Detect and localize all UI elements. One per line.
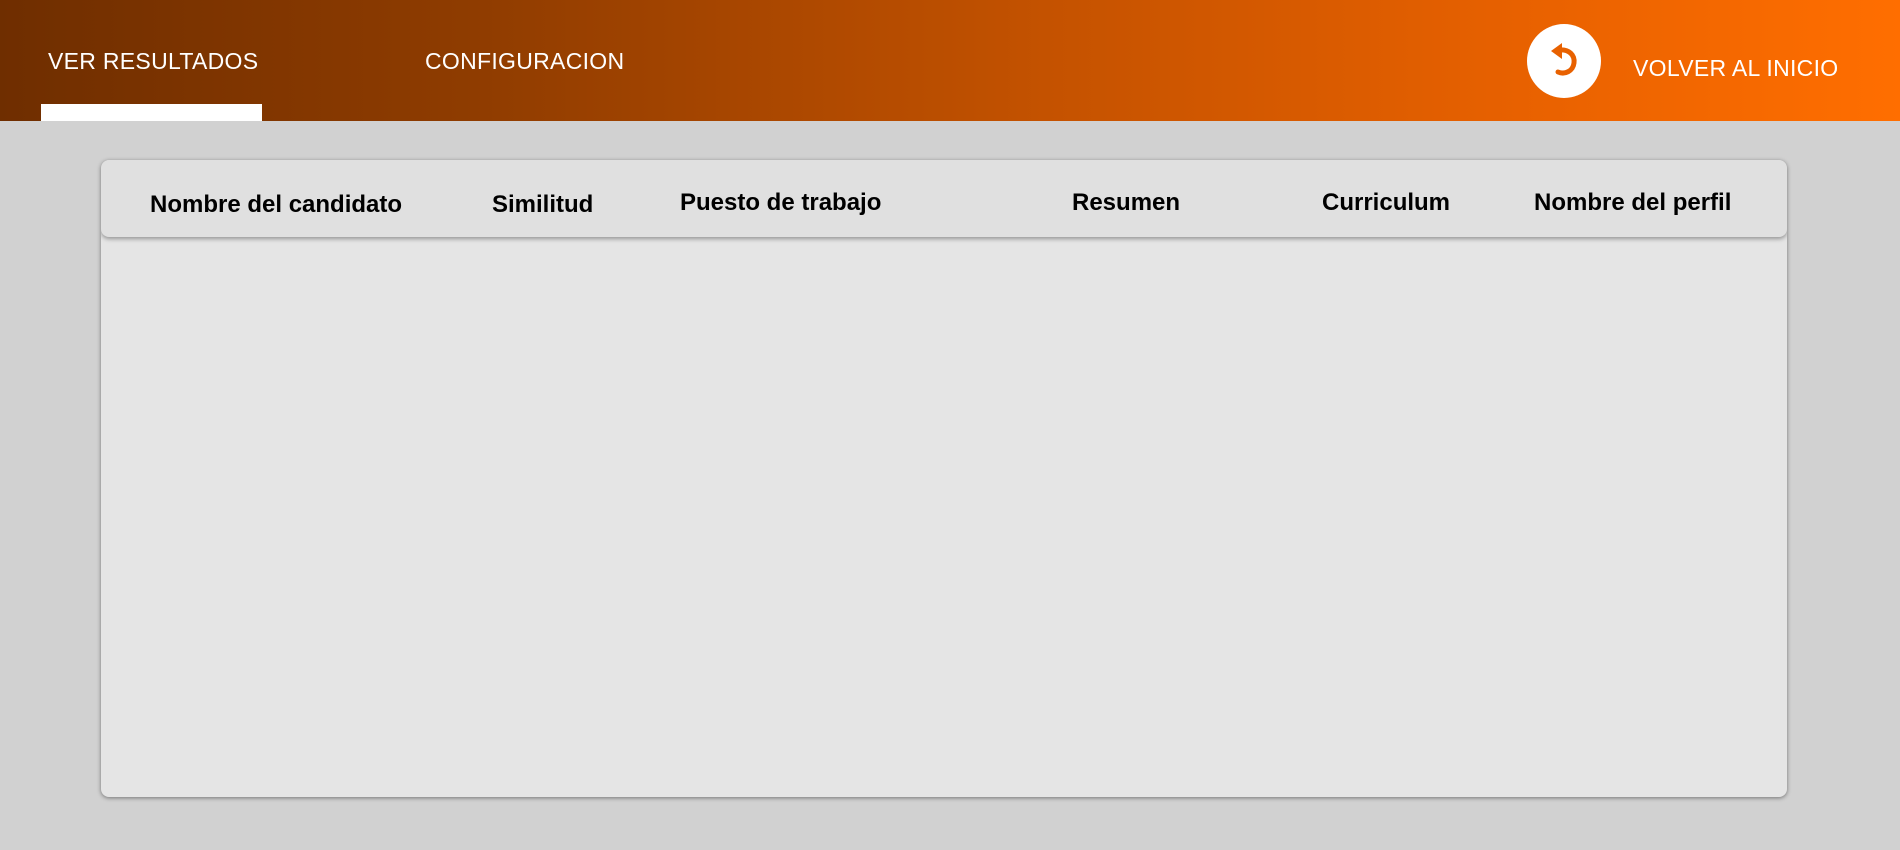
tab-configuracion[interactable]: CONFIGURACION bbox=[420, 0, 640, 121]
results-table: Nombre del candidato Similitud Puesto de… bbox=[101, 160, 1787, 797]
table-body-empty bbox=[101, 237, 1787, 797]
undo-arrow-icon bbox=[1551, 43, 1577, 76]
tab-ver-resultados[interactable]: VER RESULTADOS bbox=[41, 0, 262, 121]
column-header-nombre-del-candidato[interactable]: Nombre del candidato bbox=[150, 191, 402, 219]
active-tab-indicator bbox=[41, 104, 262, 121]
column-header-nombre-del-perfil[interactable]: Nombre del perfil bbox=[1534, 189, 1731, 217]
column-header-resumen[interactable]: Resumen bbox=[1072, 189, 1180, 217]
column-header-puesto-de-trabajo[interactable]: Puesto de trabajo bbox=[680, 189, 881, 217]
tab-ver-resultados-label: VER RESULTADOS bbox=[48, 48, 259, 74]
tab-configuracion-label: CONFIGURACION bbox=[425, 48, 625, 74]
home-button-label[interactable]: VOLVER AL INICIO bbox=[1633, 55, 1838, 82]
top-nav-bar: VER RESULTADOS CONFIGURACION VOLVER AL I… bbox=[0, 0, 1900, 121]
table-header-row: Nombre del candidato Similitud Puesto de… bbox=[101, 160, 1787, 237]
column-header-similitud[interactable]: Similitud bbox=[492, 191, 593, 219]
column-header-curriculum[interactable]: Curriculum bbox=[1322, 189, 1450, 217]
home-button[interactable] bbox=[1527, 24, 1601, 98]
